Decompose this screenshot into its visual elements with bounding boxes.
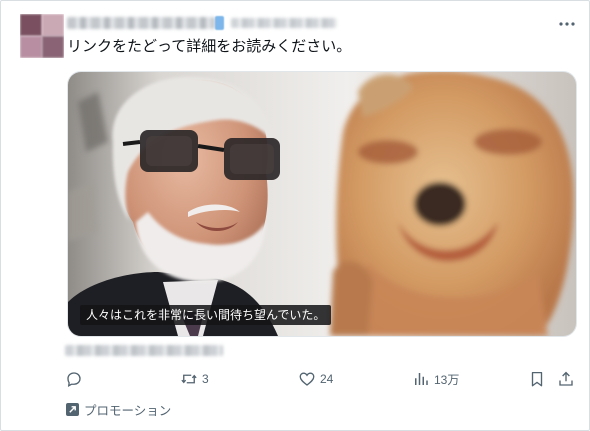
retweet-count: 3 <box>202 372 209 386</box>
link-source-redacted[interactable] <box>65 345 223 356</box>
verified-badge-icon <box>215 16 224 30</box>
bookmark-button[interactable] <box>528 367 546 391</box>
more-icon <box>559 22 575 26</box>
promoted-label[interactable]: プロモーション <box>66 400 171 418</box>
share-button[interactable] <box>557 367 575 391</box>
tweet-text: リンクをたどって詳細をお読みください。 <box>67 38 352 55</box>
action-bar: 3 24 13万 <box>1 367 590 391</box>
bookmark-icon <box>531 371 543 387</box>
author-handle-redacted[interactable] <box>231 18 337 28</box>
author-name-redacted[interactable] <box>67 17 215 29</box>
retweet-icon <box>181 374 197 384</box>
views-button[interactable]: 13万 <box>412 367 459 391</box>
views-count: 13万 <box>434 372 460 387</box>
like-count: 24 <box>320 372 334 386</box>
tweet-card[interactable]: リンクをたどって詳細をお読みください。 人々はこれを非常に長い間待ち望んでいた。… <box>0 0 590 431</box>
heart-icon <box>299 372 315 386</box>
avatar[interactable] <box>20 14 64 58</box>
share-icon <box>559 371 573 386</box>
retweet-button[interactable]: 3 <box>180 367 209 391</box>
media-caption: 人々はこれを非常に長い間待ち望んでいた。 <box>80 305 332 325</box>
promoted-arrow-icon <box>66 402 79 416</box>
tweet-media-image[interactable]: 人々はこれを非常に長い間待ち望んでいた。 <box>67 71 577 337</box>
more-options-button[interactable] <box>555 13 579 35</box>
reply-icon <box>67 372 81 388</box>
like-button[interactable]: 24 <box>298 367 333 391</box>
photo-illustration <box>68 72 576 336</box>
reply-button[interactable] <box>65 367 83 391</box>
views-icon <box>415 373 428 385</box>
promoted-text: プロモーション <box>84 403 172 418</box>
